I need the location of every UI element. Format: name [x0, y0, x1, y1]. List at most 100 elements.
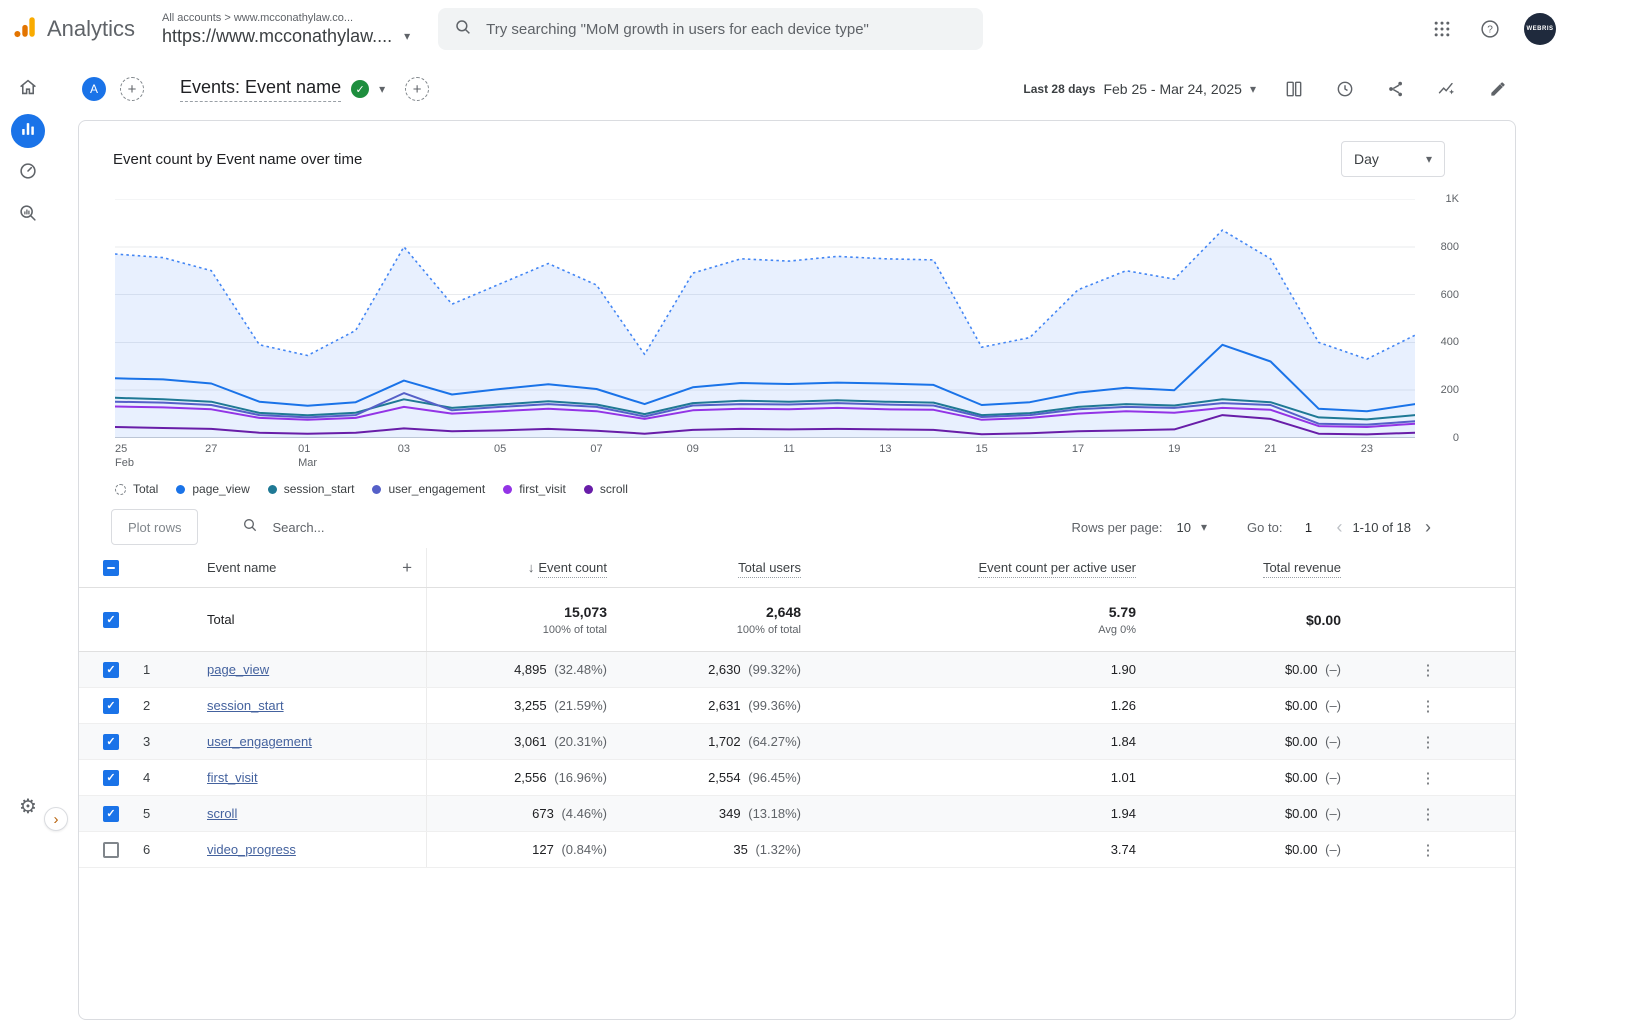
- edit-icon[interactable]: [1484, 75, 1512, 103]
- row-menu-button[interactable]: ⋮: [1415, 697, 1442, 715]
- totals-total-revenue: $0.00: [1305, 611, 1341, 628]
- legend-item-user_engagement: user_engagement: [372, 482, 485, 496]
- row-menu-button[interactable]: ⋮: [1415, 841, 1442, 859]
- totals-checkbox[interactable]: ✓: [103, 611, 119, 628]
- goto-page-input[interactable]: [1292, 518, 1325, 536]
- event-name-link[interactable]: scroll: [207, 806, 237, 821]
- event-name-link[interactable]: first_visit: [207, 770, 258, 785]
- check-icon: ✓: [106, 808, 116, 820]
- advertising-search-icon: [17, 202, 39, 229]
- add-comparison-button[interactable]: +: [120, 77, 144, 101]
- table-totals-row: ✓ Total 15,073 100% of total 2,648 100% …: [79, 588, 1515, 652]
- check-icon: ✓: [355, 83, 365, 96]
- column-header-total-users[interactable]: Total users: [738, 560, 801, 578]
- x-axis-label: 09: [686, 443, 699, 455]
- breadcrumb: All accounts > www.mcconathylaw.co...: [162, 11, 354, 24]
- chevron-right-icon: ›: [53, 810, 59, 828]
- events-table: Plot rows Rows per page: 10 ▾ Go to: [79, 506, 1515, 868]
- sidebar-item-explore[interactable]: [11, 156, 45, 190]
- row-checkbox[interactable]: ✓: [103, 733, 119, 750]
- event-name-link[interactable]: page_view: [207, 662, 269, 677]
- row-index: 3: [143, 734, 151, 749]
- report-title-control[interactable]: Events: Event name ✓ ▾: [180, 77, 385, 102]
- row-index: 2: [143, 698, 151, 713]
- plot-rows-button[interactable]: Plot rows: [111, 509, 199, 545]
- row-menu-button[interactable]: ⋮: [1415, 769, 1442, 787]
- chevron-down-icon: ▾: [1201, 520, 1208, 534]
- date-range-picker[interactable]: Last 28 days Feb 25 - Mar 24, 2025 ▾: [1023, 81, 1256, 97]
- row-checkbox[interactable]: ✓: [103, 769, 119, 786]
- rows-per-page-select[interactable]: 10 ▾: [1177, 520, 1208, 535]
- column-header-total-revenue[interactable]: Total revenue: [1262, 560, 1341, 578]
- table-row: ✓ 3 user_engagement 3,061 (20.31%) 1,702…: [79, 724, 1515, 760]
- add-column-button[interactable]: +: [402, 559, 412, 576]
- event-name-link[interactable]: user_engagement: [207, 734, 312, 749]
- table-search[interactable]: [242, 517, 1071, 538]
- table-search-input[interactable]: [270, 518, 515, 536]
- row-menu-button[interactable]: ⋮: [1415, 805, 1442, 823]
- granularity-select[interactable]: Day ▾: [1341, 141, 1445, 177]
- help-icon[interactable]: ?: [1476, 15, 1504, 43]
- property-name: https://www.mcconathylaw....: [162, 25, 393, 46]
- event-name-link[interactable]: video_progress: [207, 842, 296, 857]
- table-row: ✓ 2 session_start 3,255 (21.59%) 2,631 (…: [79, 688, 1515, 724]
- search-icon: [242, 517, 258, 538]
- column-header-event-name[interactable]: Event name: [207, 560, 276, 575]
- row-checkbox[interactable]: ✓: [103, 805, 119, 822]
- share-icon[interactable]: [1382, 75, 1410, 103]
- x-axis-label: 01 Mar: [298, 443, 318, 470]
- total-users-cell: 2,630 (99.32%): [708, 662, 801, 677]
- row-menu-button[interactable]: ⋮: [1415, 733, 1442, 751]
- row-index: 5: [143, 806, 151, 821]
- x-axis-label: 17: [1071, 443, 1085, 455]
- column-header-event-count[interactable]: Event count: [538, 560, 607, 578]
- row-checkbox[interactable]: ✓: [103, 661, 119, 678]
- event-count-cell: 127 (0.84%): [532, 842, 607, 857]
- sidebar-item-home[interactable]: [11, 72, 45, 106]
- legend-dot-icon: [583, 484, 593, 494]
- analytics-logo[interactable]: Analytics: [12, 14, 140, 45]
- next-page-button[interactable]: ›: [1417, 517, 1439, 538]
- row-checkbox[interactable]: ✓: [103, 697, 119, 714]
- sidebar-item-advertising[interactable]: [11, 198, 45, 232]
- y-axis-label: 400: [1440, 336, 1459, 349]
- table-row: ✓ 1 page_view 4,895 (32.48%) 2,630 (99.3…: [79, 652, 1515, 688]
- x-axis-label: 21: [1264, 443, 1277, 455]
- row-index: 6: [143, 842, 151, 857]
- search-icon: [454, 18, 472, 41]
- rows-per-page-label: Rows per page:: [1071, 519, 1163, 535]
- search-input[interactable]: [484, 19, 968, 39]
- sidebar-expand-button[interactable]: ›: [44, 807, 68, 831]
- product-name: Analytics: [47, 16, 136, 41]
- insights-icon[interactable]: [1433, 75, 1461, 103]
- chart-plot: [115, 199, 1415, 438]
- select-all-checkbox[interactable]: [103, 559, 119, 576]
- granularity-value: Day: [1354, 151, 1379, 167]
- row-checkbox[interactable]: [103, 841, 119, 858]
- per-active-user-cell: 1.94: [1110, 806, 1136, 821]
- column-header-per-active-user[interactable]: Event count per active user: [978, 560, 1136, 578]
- admin-settings-button[interactable]: ⚙: [19, 794, 37, 819]
- data-freshness-icon[interactable]: [1331, 75, 1359, 103]
- x-axis-label: 11: [783, 443, 795, 455]
- global-search[interactable]: [438, 8, 984, 50]
- event-count-cell: 3,061 (20.31%): [514, 734, 607, 749]
- row-menu-button[interactable]: ⋮: [1415, 661, 1442, 679]
- x-axis-label: 05: [494, 443, 507, 455]
- avatar[interactable]: WEBRIS: [1524, 13, 1556, 45]
- x-axis-label: 03: [397, 443, 410, 455]
- sidebar-item-reports[interactable]: [11, 114, 45, 148]
- event-name-link[interactable]: session_start: [207, 698, 284, 713]
- svg-text:?: ?: [1487, 25, 1493, 36]
- add-filter-button[interactable]: +: [405, 77, 430, 101]
- table-body: ✓ 1 page_view 4,895 (32.48%) 2,630 (99.3…: [79, 652, 1515, 868]
- table-row: ✓ 4 first_visit 2,556 (16.96%) 2,554 (96…: [79, 760, 1515, 796]
- property-selector[interactable]: All accounts > www.mcconathylaw.co... ht…: [162, 12, 410, 47]
- event-count-cell: 673 (4.46%): [532, 806, 607, 821]
- comparison-icon[interactable]: [1280, 75, 1308, 103]
- check-icon: ✓: [106, 700, 116, 712]
- account-badge[interactable]: A: [82, 77, 106, 101]
- apps-grid-icon[interactable]: [1428, 15, 1456, 43]
- total-revenue-cell: $0.00 (–): [1284, 662, 1341, 677]
- report-header: A + Events: Event name ✓ ▾ + Last 28 day…: [56, 58, 1516, 120]
